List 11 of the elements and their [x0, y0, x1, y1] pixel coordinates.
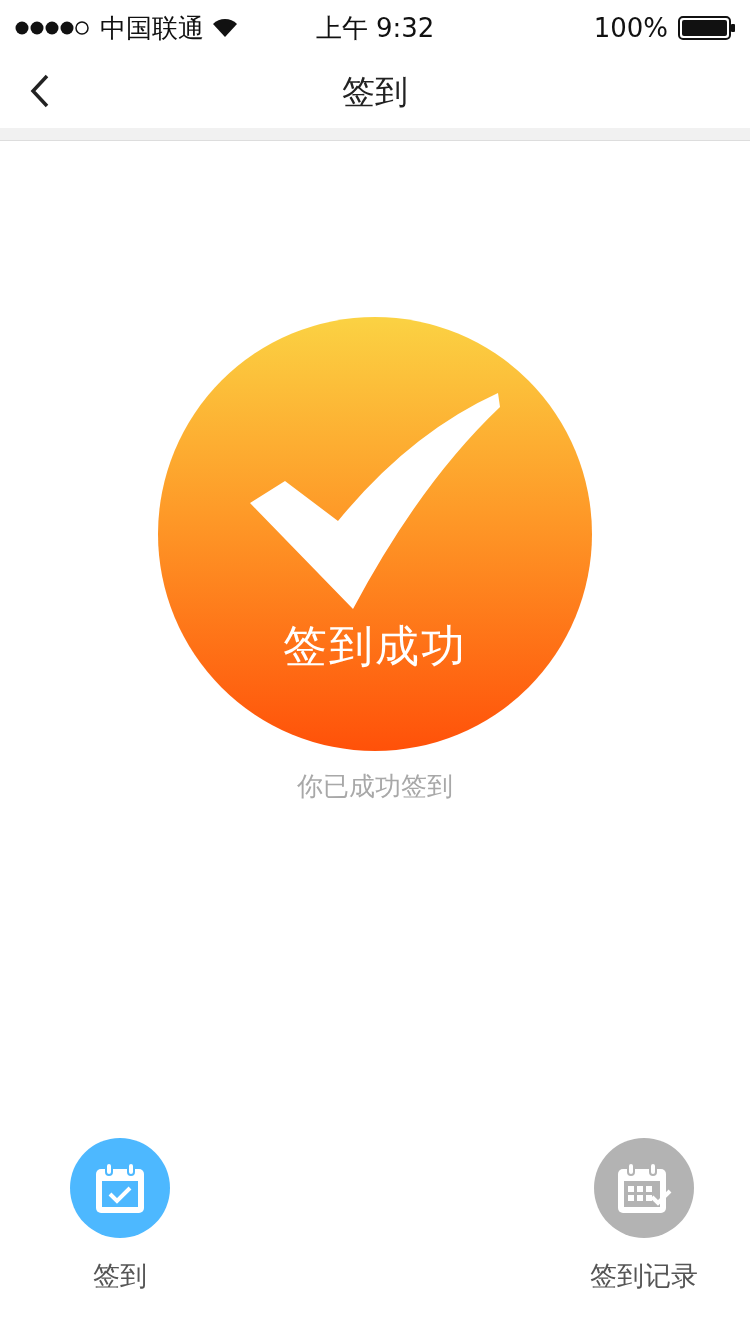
carrier-name: 中国联通	[100, 11, 204, 45]
page-title: 签到	[342, 70, 408, 113]
calendar-grid-icon	[616, 1161, 672, 1215]
wifi-icon	[212, 18, 238, 38]
signal-icon	[14, 20, 92, 36]
battery-percent: 100%	[593, 13, 668, 43]
calendar-check-icon	[94, 1161, 146, 1215]
success-message: 你已成功签到	[297, 770, 453, 803]
battery-icon	[678, 16, 736, 40]
clock-time: 上午 9:32	[315, 12, 435, 43]
success-title: 签到成功	[283, 619, 467, 673]
